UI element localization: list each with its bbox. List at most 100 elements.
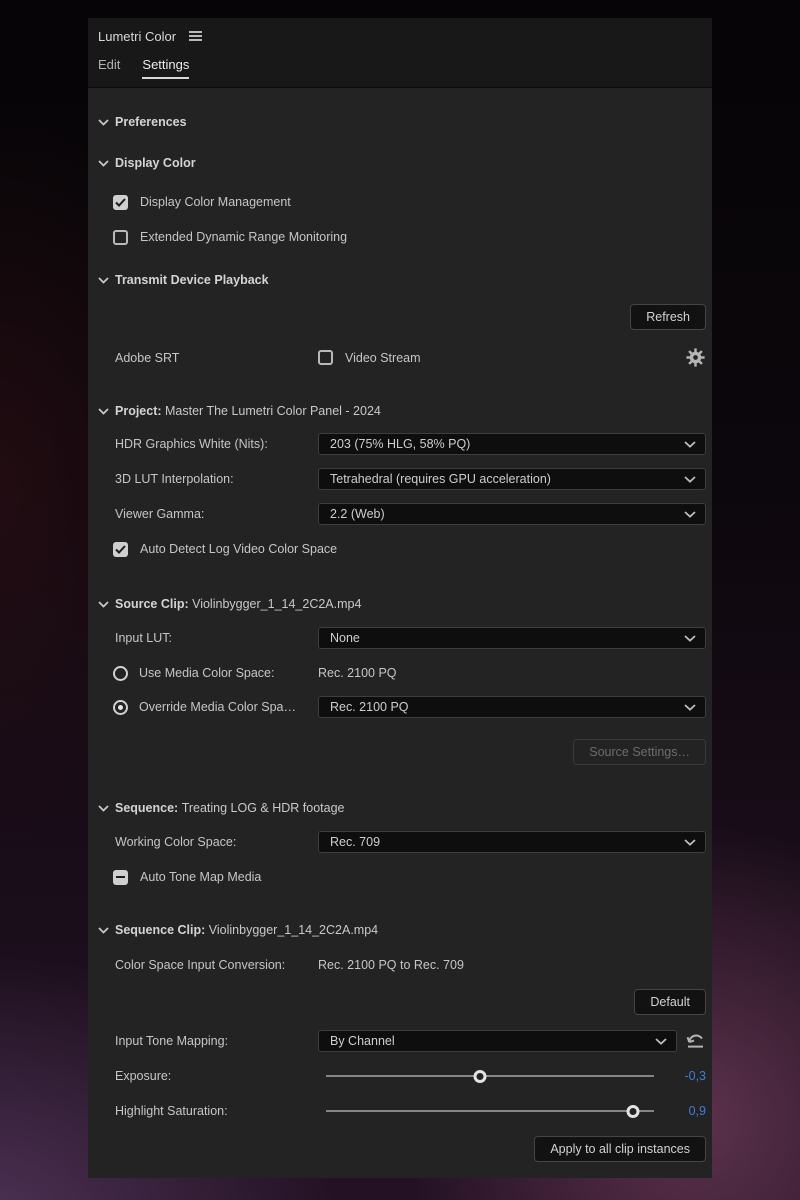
extended-dynamic-range-checkbox[interactable] — [113, 230, 128, 245]
override-media-color-space-row: Override Media Color Spa… Rec. 2100 PQ — [115, 696, 706, 718]
radio-dot — [118, 705, 123, 710]
input-tone-mapping-dropdown[interactable]: By Channel — [318, 1030, 677, 1052]
highlight-saturation-slider[interactable] — [320, 1101, 660, 1121]
highlight-saturation-row: Highlight Saturation: 0,9 — [115, 1101, 706, 1121]
tab-edit[interactable]: Edit — [98, 57, 120, 77]
color-space-conversion-row: Color Space Input Conversion: Rec. 2100 … — [115, 957, 706, 973]
source-clip-name: Violinbygger_1_14_2C2A.mp4 — [192, 597, 361, 611]
input-lut-dropdown[interactable]: None — [318, 627, 706, 649]
section-title: Project: — [115, 404, 165, 418]
apply-row: Apply to all clip instances — [115, 1136, 706, 1162]
chevron-down-icon — [684, 441, 696, 448]
section-transmit-device-playback[interactable]: Transmit Device Playback — [98, 272, 706, 288]
section-title: Preferences — [115, 115, 187, 129]
section-source-clip[interactable]: Source Clip: Violinbygger_1_14_2C2A.mp4 — [98, 596, 706, 612]
gear-icon[interactable] — [685, 347, 706, 368]
hamburger-menu-icon[interactable] — [189, 31, 202, 41]
dropdown-value: By Channel — [330, 1034, 655, 1048]
auto-tone-map-checkbox[interactable] — [113, 870, 128, 885]
apply-to-all-clip-instances-button[interactable]: Apply to all clip instances — [534, 1136, 706, 1162]
field-label: Working Color Space: — [115, 835, 318, 849]
working-color-space-row: Working Color Space: Rec. 709 — [115, 831, 706, 853]
checkbox-label: Extended Dynamic Range Monitoring — [140, 230, 347, 244]
chevron-down-icon — [98, 804, 110, 812]
field-label: 3D LUT Interpolation: — [115, 472, 318, 486]
project-name: Master The Lumetri Color Panel - 2024 — [165, 404, 381, 418]
adobe-srt-row: Adobe SRT Video Stream — [115, 347, 706, 368]
highlight-saturation-value[interactable]: 0,9 — [662, 1104, 706, 1118]
chevron-down-icon — [98, 118, 110, 126]
lut-interpolation-dropdown[interactable]: Tetrahedral (requires GPU acceleration) — [318, 468, 706, 490]
dropdown-value: Tetrahedral (requires GPU acceleration) — [330, 472, 684, 486]
section-preferences[interactable]: Preferences — [98, 114, 706, 130]
checkbox-label: Auto Tone Map Media — [140, 870, 261, 884]
field-label: HDR Graphics White (Nits): — [115, 437, 318, 451]
reset-undo-icon[interactable] — [685, 1031, 706, 1051]
extended-dynamic-range-row: Extended Dynamic Range Monitoring — [115, 229, 706, 245]
chevron-down-icon — [684, 476, 696, 483]
checkbox-label: Auto Detect Log Video Color Space — [140, 542, 337, 556]
display-color-management-checkbox[interactable] — [113, 195, 128, 210]
source-settings-row: Source Settings… — [115, 739, 706, 765]
source-settings-button[interactable]: Source Settings… — [573, 739, 706, 765]
override-media-radio[interactable] — [113, 700, 128, 715]
video-stream-checkbox[interactable] — [318, 350, 333, 365]
radio-label: Override Media Color Spa… — [139, 700, 318, 714]
exposure-slider[interactable] — [320, 1066, 660, 1086]
checkmark-icon — [115, 545, 126, 554]
slider-handle[interactable] — [473, 1070, 486, 1083]
tab-settings[interactable]: Settings — [142, 57, 189, 79]
auto-detect-log-checkbox[interactable] — [113, 542, 128, 557]
dropdown-value: 2.2 (Web) — [330, 507, 684, 521]
section-sequence[interactable]: Sequence: Treating LOG & HDR footage — [98, 800, 706, 816]
tab-bar: Edit Settings — [98, 57, 702, 79]
panel-body: Preferences Display Color Display Color … — [88, 88, 712, 1178]
default-row: Default — [115, 989, 706, 1015]
section-project[interactable]: Project: Master The Lumetri Color Panel … — [98, 403, 706, 419]
viewer-gamma-dropdown[interactable]: 2.2 (Web) — [318, 503, 706, 525]
chevron-down-icon — [98, 159, 110, 167]
slider-track[interactable] — [326, 1110, 654, 1112]
slider-track[interactable] — [326, 1075, 654, 1077]
override-media-dropdown[interactable]: Rec. 2100 PQ — [318, 696, 706, 718]
section-title: Sequence Clip: — [115, 923, 209, 937]
refresh-button[interactable]: Refresh — [630, 304, 706, 330]
chevron-down-icon — [684, 704, 696, 711]
working-color-space-dropdown[interactable]: Rec. 709 — [318, 831, 706, 853]
chevron-down-icon — [655, 1038, 667, 1045]
chevron-down-icon — [98, 600, 110, 608]
field-label: Exposure: — [115, 1069, 318, 1083]
sequence-clip-name: Violinbygger_1_14_2C2A.mp4 — [209, 923, 378, 937]
panel-header: Lumetri Color Edit Settings — [88, 18, 712, 88]
dropdown-value: 203 (75% HLG, 58% PQ) — [330, 437, 684, 451]
default-button[interactable]: Default — [634, 989, 706, 1015]
input-tone-mapping-row: Input Tone Mapping: By Channel — [115, 1030, 706, 1052]
dropdown-value: None — [330, 631, 684, 645]
auto-detect-log-row: Auto Detect Log Video Color Space — [115, 541, 706, 557]
field-label: Color Space Input Conversion: — [115, 958, 318, 972]
display-color-management-row: Display Color Management — [115, 194, 706, 210]
chevron-down-icon — [98, 276, 110, 284]
chevron-down-icon — [98, 926, 110, 934]
conversion-value: Rec. 2100 PQ to Rec. 709 — [318, 958, 464, 972]
section-sequence-clip[interactable]: Sequence Clip: Violinbygger_1_14_2C2A.mp… — [98, 922, 706, 938]
chevron-down-icon — [684, 635, 696, 642]
field-label: Input Tone Mapping: — [115, 1034, 318, 1048]
dash-icon — [116, 876, 125, 878]
field-label: Highlight Saturation: — [115, 1104, 318, 1118]
sequence-name: Treating LOG & HDR footage — [182, 801, 345, 815]
refresh-row: Refresh — [115, 304, 706, 330]
slider-handle[interactable] — [626, 1105, 639, 1118]
field-label: Viewer Gamma: — [115, 507, 318, 521]
section-title: Source Clip: — [115, 597, 192, 611]
section-title: Sequence: — [115, 801, 182, 815]
section-display-color[interactable]: Display Color — [98, 155, 706, 171]
use-media-radio[interactable] — [113, 666, 128, 681]
chevron-down-icon — [98, 407, 110, 415]
chevron-down-icon — [684, 839, 696, 846]
viewer-gamma-row: Viewer Gamma: 2.2 (Web) — [115, 503, 706, 525]
checkbox-label: Display Color Management — [140, 195, 291, 209]
exposure-value[interactable]: -0,3 — [662, 1069, 706, 1083]
panel-title: Lumetri Color — [98, 29, 176, 44]
hdr-graphics-white-dropdown[interactable]: 203 (75% HLG, 58% PQ) — [318, 433, 706, 455]
